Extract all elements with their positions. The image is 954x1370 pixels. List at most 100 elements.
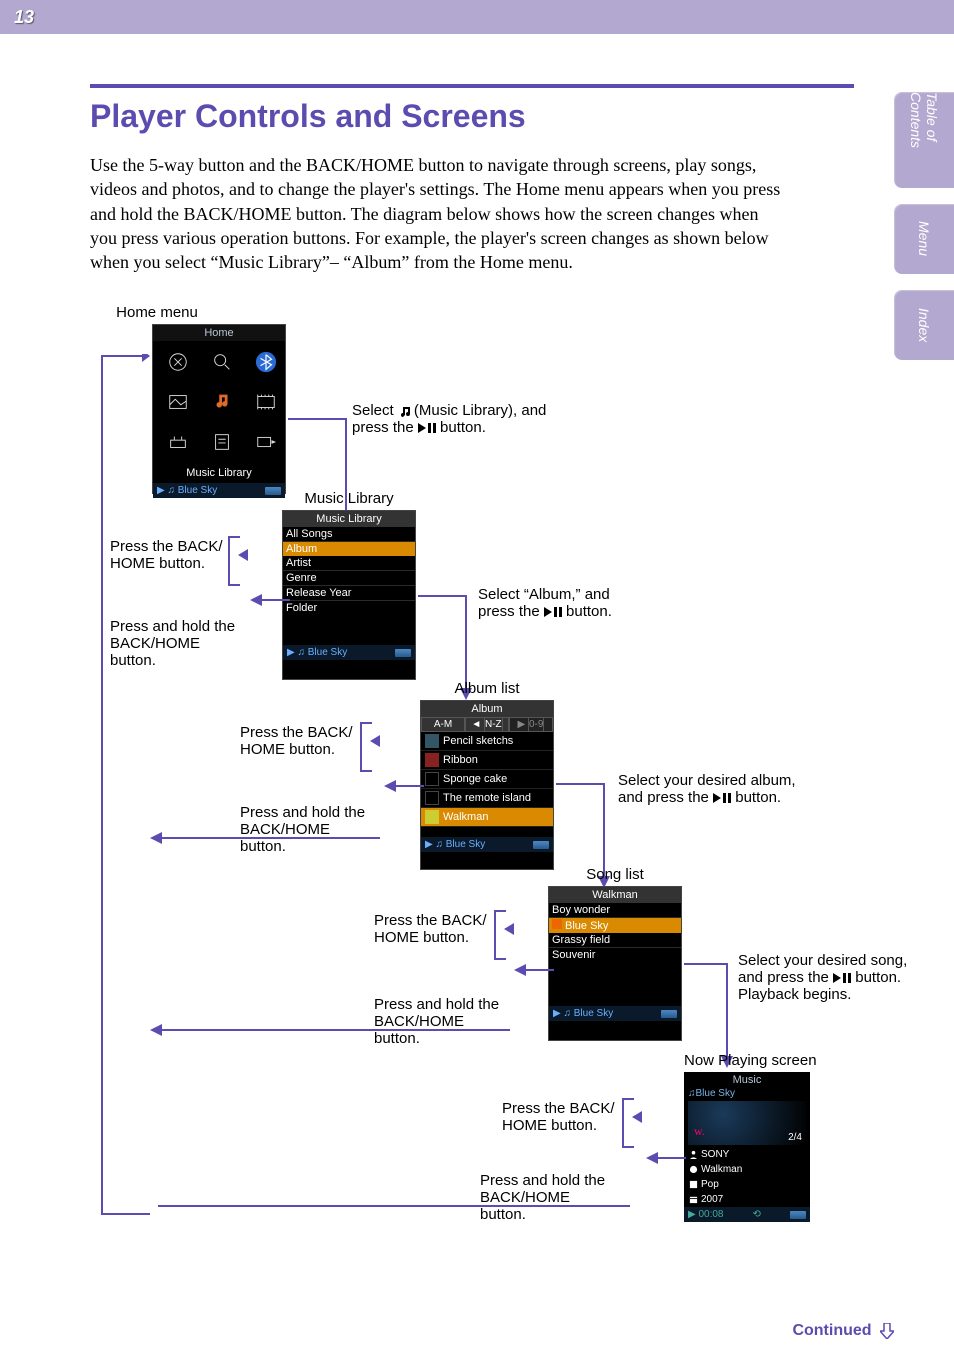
home-screen: Home Music Library ▶ ♫ Blue Sky [152,324,286,494]
home-title: Home [153,325,285,341]
battery-icon [265,487,281,495]
now-playing-caption: Now Playing screen [684,1052,844,1069]
tab-index[interactable]: Index [894,290,954,360]
arrow-back-from-song [514,964,554,976]
album-item-1: Ribbon [421,751,553,770]
lib-item-album: Album [283,542,415,556]
page-title: Player Controls and Screens [90,98,854,135]
np-album: Walkman [684,1162,810,1177]
lib-item-all: All Songs [283,527,415,542]
play-pause-icon [713,793,731,804]
song-item-2: Grassy field [549,933,681,948]
battery-icon [395,649,411,657]
playlist-icon [209,429,235,455]
tab-toc[interactable]: Table of Contents [894,92,954,188]
arrow-back-from-album [384,780,424,792]
bracket-3 [494,910,506,960]
lib-item-genre: Genre [283,571,415,586]
step4-text: Select your desired song, and press the … [738,952,918,1003]
bluetooth-icon [253,349,279,375]
arrow-hold-2 [150,832,380,844]
back-caption-1: Press the BACK/ HOME button. [110,538,230,572]
title-rule [90,84,854,88]
album-item-4: Walkman [421,808,553,827]
nowplaying-screen: Music ♫Blue Sky w.2/4 SONY Walkman Pop 2… [684,1072,810,1220]
tab-menu[interactable]: Menu [894,204,954,274]
np-genre: Pop [684,1177,810,1192]
np-title: Music [684,1072,810,1088]
shuffle-icon [165,349,191,375]
back-caption-2: Press the BACK/ HOME button. [240,724,360,758]
bracket-1 [228,536,240,586]
page-number: 13 [14,7,34,28]
back-caption-3: Press the BACK/ HOME button. [374,912,494,946]
lib-np: Blue Sky [308,647,347,658]
album-title: Album [421,701,553,717]
album-screen: Album A-M◄ N-Z▶ 0-9 Pencil sketchs Ribbo… [420,700,554,870]
back-caption-4: Press the BACK/ HOME button. [502,1100,622,1134]
arrow-back-3 [504,923,516,935]
battery-icon [661,1010,677,1018]
music-icon [209,389,235,415]
song-list-caption: Song list [548,866,682,883]
intro-text: Use the 5-way button and the BACK/HOME b… [90,153,790,274]
album-item-3: The remote island [421,789,553,808]
home-menu-caption: Home menu [90,304,224,321]
search-icon [209,349,235,375]
library-caption: Music Library [282,490,416,507]
song-item-1: Blue Sky [549,918,681,933]
lib-item-year: Release Year [283,586,415,601]
np-artwork: w.2/4 [688,1101,806,1145]
play-pause-icon [833,973,851,984]
video-icon [253,389,279,415]
song-screen: Walkman Boy wonder Blue Sky Grassy field… [548,886,682,1041]
photo-icon [165,389,191,415]
np-song: Blue Sky [696,1088,735,1099]
settings-icon [165,429,191,455]
navigation-diagram: Home menu Home Music Library ▶ ♫ Blue Sk… [90,304,854,1264]
play-pause-icon [418,423,436,434]
np-artist: SONY [684,1147,810,1162]
song-item-3: Souvenir [549,948,681,962]
np-year: 2007 [684,1192,810,1207]
arrow-hold-3 [150,1024,510,1036]
song-item-0: Boy wonder [549,903,681,918]
home-np: Blue Sky [178,485,217,496]
song-title: Walkman [549,887,681,903]
arrow-back-4 [632,1111,644,1123]
bracket-2 [360,722,372,772]
arrow-hold-4 [150,1200,630,1212]
continued-label: Continued [792,1322,894,1340]
song-np: Blue Sky [574,1008,613,1019]
lib-item-artist: Artist [283,556,415,571]
step3-text: Select your desired album, and press the… [618,772,808,806]
album-item-2: Sponge cake [421,770,553,789]
hold-caption-1: Press and hold the BACK/HOME button. [110,618,250,669]
home-selected-label: Music Library [153,463,285,483]
album-tabs: A-M◄ N-Z▶ 0-9 [421,717,553,732]
step2-text: Select “Album,” and press the button. [478,586,618,620]
album-item-0: Pencil sketchs [421,732,553,751]
side-tabs: Table of Contents Menu Index [894,92,954,360]
hold-caption-2: Press and hold the BACK/HOME button. [240,804,380,855]
library-screen: Music Library All Songs Album Artist Gen… [282,510,416,680]
album-np: Blue Sky [446,839,485,850]
arrow-back-from-lib [250,594,290,606]
back-arrow-path [90,354,150,1224]
battery-icon [790,1211,806,1219]
arrow-back-1 [238,549,250,561]
lib-item-folder: Folder [283,601,415,615]
battery-icon [533,841,549,849]
np-time: 00:08 [698,1209,723,1220]
hold-caption-4: Press and hold the BACK/HOME button. [480,1172,620,1223]
play-pause-icon [544,607,562,618]
arrow-back-2 [370,735,382,747]
continue-arrow-icon [880,1323,894,1339]
library-title: Music Library [283,511,415,527]
hold-caption-3: Press and hold the BACK/HOME button. [374,996,514,1047]
arrow-back-from-np [646,1152,686,1164]
nowplaying-icon [253,429,279,455]
bracket-4 [622,1098,634,1148]
step1-text: Select (Music Library), and press the bu… [352,402,552,436]
top-bar: 13 [0,0,954,34]
